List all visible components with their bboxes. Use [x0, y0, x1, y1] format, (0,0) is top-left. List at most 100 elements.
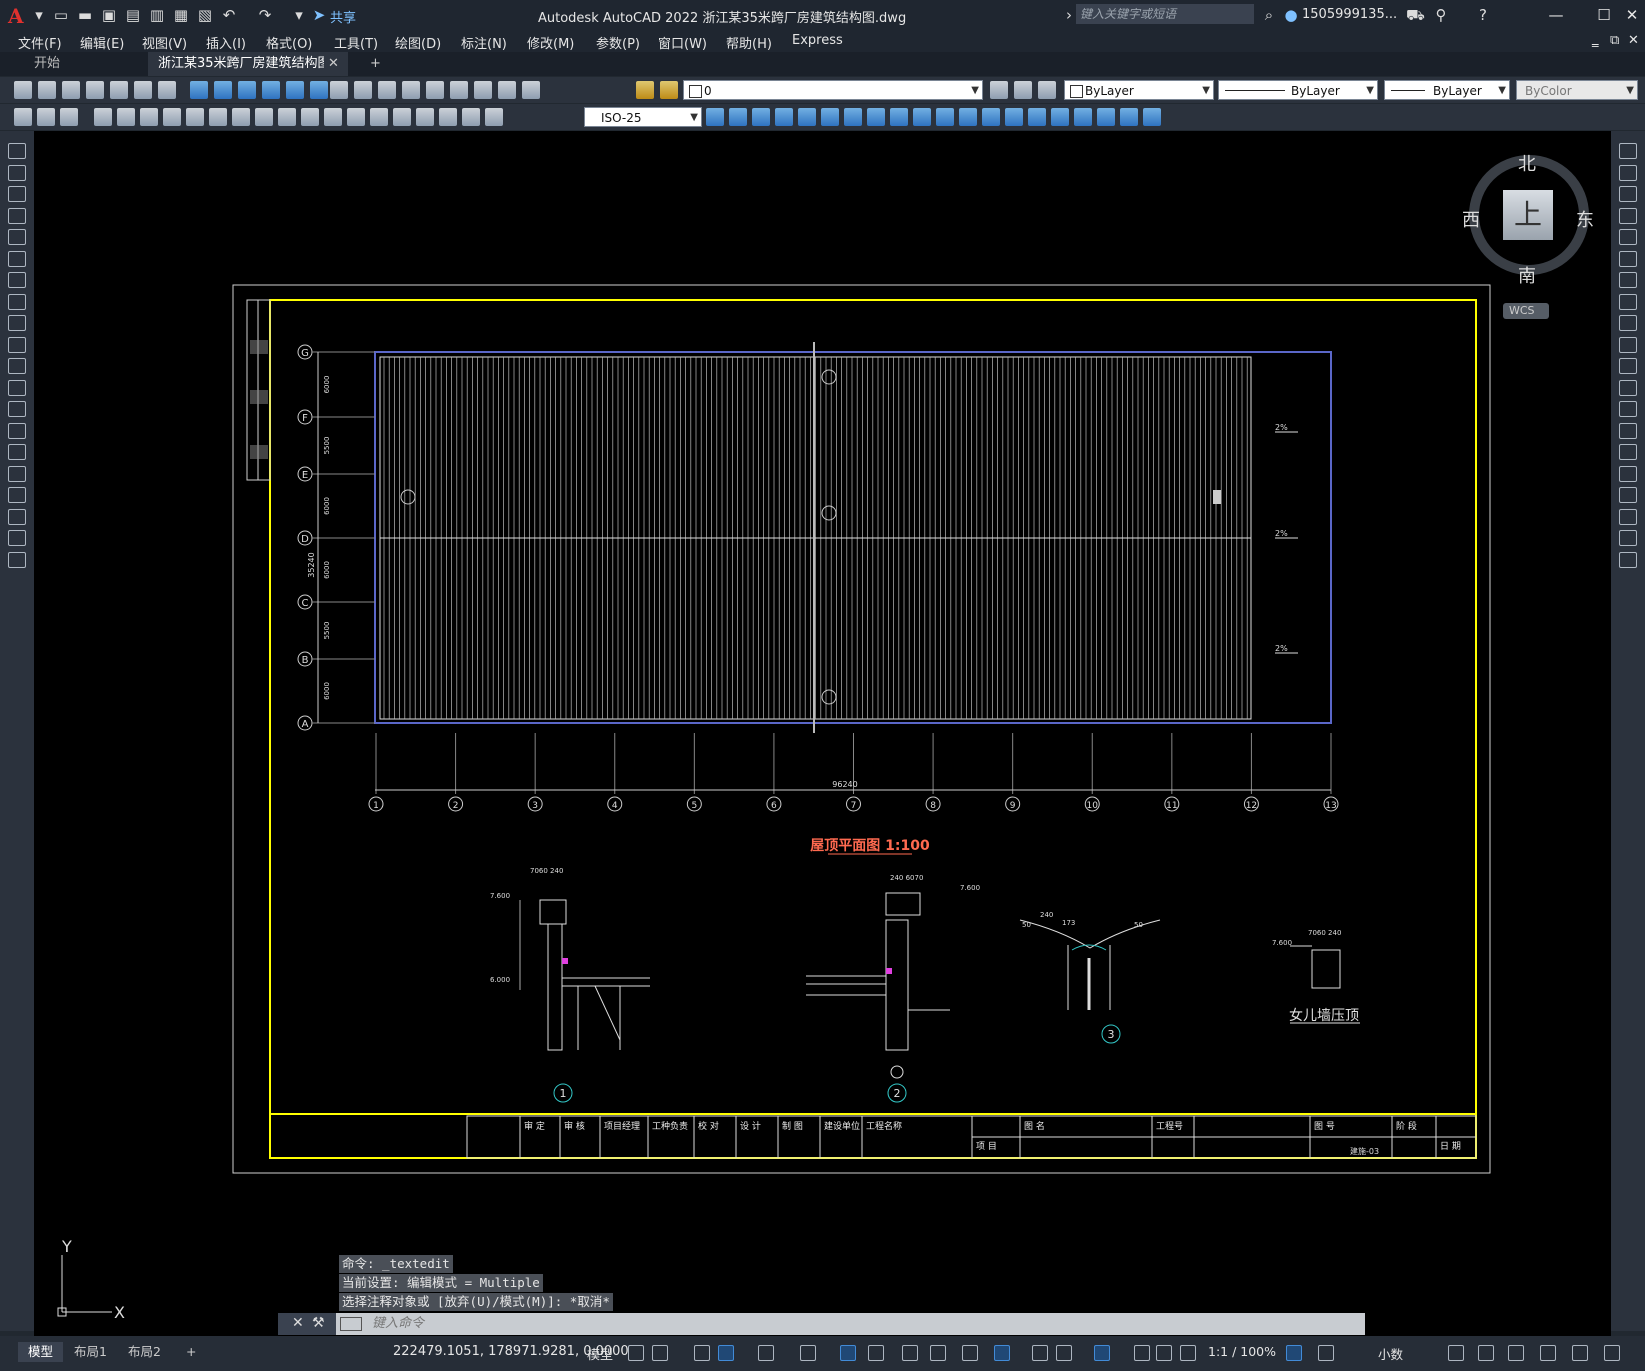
- menu-help[interactable]: 帮助(H): [726, 33, 772, 52]
- modify-tool-icon[interactable]: [1619, 207, 1637, 224]
- toolbar-tool-icon[interactable]: [1051, 108, 1069, 126]
- toolbar-tool-icon[interactable]: [393, 108, 411, 126]
- compass-east[interactable]: 东: [1576, 206, 1594, 232]
- modify-tool-icon[interactable]: [1619, 530, 1637, 546]
- draw-tool-icon[interactable]: [8, 164, 26, 181]
- modify-tool-icon[interactable]: [1619, 229, 1637, 245]
- draw-tool-icon[interactable]: [8, 250, 26, 267]
- status-toggle-icon[interactable]: [902, 1345, 918, 1361]
- toolbar-tool-icon[interactable]: [158, 81, 176, 99]
- drawing-canvas[interactable]: 2% 2% 2% G F E D C B A 6000 5500 6000 6000 5500 6000…: [34, 131, 1611, 1336]
- open-icon[interactable]: ▬: [76, 6, 94, 24]
- status-toggle-icon[interactable]: [1540, 1345, 1556, 1361]
- toolbar-tool-icon[interactable]: [134, 81, 152, 99]
- toolbar-tool-icon[interactable]: [1014, 81, 1032, 99]
- menu-window[interactable]: 窗口(W): [658, 33, 707, 52]
- toolbar-tool-icon[interactable]: [324, 108, 342, 126]
- app-menu-chevron-icon[interactable]: ▾: [30, 6, 48, 24]
- draw-tool-icon[interactable]: [8, 315, 26, 331]
- status-toggle-icon[interactable]: [1318, 1345, 1334, 1361]
- status-toggle-icon[interactable]: [930, 1345, 946, 1361]
- toolbar-tool-icon[interactable]: [262, 81, 280, 99]
- toolbar-tool-icon[interactable]: [378, 81, 396, 99]
- toolbar-tool-icon[interactable]: [209, 108, 227, 126]
- customize-wrench-icon[interactable]: ⚒: [312, 1315, 325, 1331]
- viewcube-top-face[interactable]: 上: [1503, 190, 1553, 240]
- toolbar-tool-icon[interactable]: [729, 108, 747, 126]
- draw-tool-icon[interactable]: [8, 272, 26, 288]
- toolbar-tool-icon[interactable]: [1038, 81, 1056, 99]
- new-icon[interactable]: ▭: [52, 6, 70, 24]
- draw-tool-icon[interactable]: [8, 143, 26, 159]
- tab-drawing[interactable]: 浙江某35米跨厂房建筑结构图*: [148, 52, 348, 76]
- toolbar-tool-icon[interactable]: [439, 108, 457, 126]
- status-toggle-icon[interactable]: [694, 1345, 710, 1361]
- status-toggle-icon[interactable]: [840, 1345, 856, 1361]
- toolbar-tool-icon[interactable]: [354, 81, 372, 99]
- modify-tool-icon[interactable]: [1619, 401, 1637, 417]
- toolbar-tool-icon[interactable]: [214, 81, 232, 99]
- toolbar-tool-icon[interactable]: [913, 108, 931, 126]
- menu-view[interactable]: 视图(V): [142, 33, 187, 52]
- toolbar-tool-icon[interactable]: [498, 81, 516, 99]
- command-prompt-icon[interactable]: [340, 1317, 362, 1331]
- toolbar-tool-icon[interactable]: [426, 81, 444, 99]
- compass-south[interactable]: 南: [1518, 262, 1536, 288]
- menu-insert[interactable]: 插入(I): [206, 33, 246, 52]
- status-toggle-icon[interactable]: [1508, 1345, 1524, 1361]
- draw-tool-icon[interactable]: [8, 444, 26, 460]
- modify-tool-icon[interactable]: [1619, 551, 1637, 568]
- command-input[interactable]: 键入命令: [336, 1313, 1365, 1335]
- maximize-button[interactable]: ☐: [1592, 4, 1616, 26]
- toolbar-tool-icon[interactable]: [238, 81, 256, 99]
- menu-tools[interactable]: 工具(T): [334, 33, 378, 52]
- status-toggle-icon[interactable]: [1448, 1345, 1464, 1361]
- toolbar-tool-icon[interactable]: [370, 108, 388, 126]
- toolbar-tool-icon[interactable]: [301, 108, 319, 126]
- modify-tool-icon[interactable]: [1619, 487, 1637, 503]
- draw-tool-icon[interactable]: [8, 465, 26, 482]
- toolbar-tool-icon[interactable]: [278, 108, 296, 126]
- linetype-dropdown[interactable]: ByLayer ▼: [1218, 80, 1378, 100]
- modify-tool-icon[interactable]: [1619, 250, 1637, 267]
- toolbar-tool-icon[interactable]: [37, 108, 55, 126]
- toolbar-tool-icon[interactable]: [86, 81, 104, 99]
- user-account[interactable]: 1505999135...: [1302, 7, 1397, 22]
- compass-north[interactable]: 北: [1518, 150, 1536, 176]
- layer-dropdown[interactable]: 0 ▼: [683, 80, 983, 100]
- menu-draw[interactable]: 绘图(D): [395, 33, 441, 52]
- toolbar-tool-icon[interactable]: [60, 108, 78, 126]
- dimstyle-dropdown[interactable]: ISO-25 ▼: [584, 107, 702, 127]
- draw-tool-icon[interactable]: [8, 530, 26, 546]
- toolbar-tool-icon[interactable]: [347, 108, 365, 126]
- new-tab-icon[interactable]: +: [360, 52, 391, 76]
- autocad-logo-icon[interactable]: A: [8, 4, 28, 28]
- doc-minimize-button[interactable]: ‗: [1592, 33, 1599, 48]
- status-toggle-icon[interactable]: [1094, 1345, 1110, 1361]
- toolbar-tool-icon[interactable]: [1120, 108, 1138, 126]
- plot-icon[interactable]: ▦: [172, 6, 190, 24]
- autodesk-app-icon[interactable]: ⚲: [1432, 6, 1450, 24]
- draw-tool-icon[interactable]: [8, 293, 26, 310]
- toolbar-tool-icon[interactable]: [38, 81, 56, 99]
- draw-tool-icon[interactable]: [8, 229, 26, 245]
- status-toggle-icon[interactable]: [1604, 1345, 1620, 1361]
- share-button[interactable]: 共享: [330, 7, 356, 26]
- modify-tool-icon[interactable]: [1619, 293, 1637, 310]
- help-icon[interactable]: ?: [1474, 6, 1492, 24]
- modify-tool-icon[interactable]: [1619, 379, 1637, 396]
- model-space-button[interactable]: 模型: [587, 1344, 613, 1363]
- toolbar-tool-icon[interactable]: [163, 108, 181, 126]
- toolbar-tool-icon[interactable]: [982, 108, 1000, 126]
- status-toggle-icon[interactable]: [1032, 1345, 1048, 1361]
- modify-tool-icon[interactable]: [1619, 315, 1637, 331]
- status-toggle-icon[interactable]: [1286, 1345, 1302, 1361]
- toolbar-tool-icon[interactable]: [286, 81, 304, 99]
- draw-tool-icon[interactable]: [8, 207, 26, 224]
- status-toggle-icon[interactable]: [1478, 1345, 1494, 1361]
- draw-tool-icon[interactable]: [8, 508, 26, 525]
- toolbar-tool-icon[interactable]: [522, 81, 540, 99]
- lineweight-dropdown[interactable]: ByLayer ▼: [1384, 80, 1510, 100]
- modify-tool-icon[interactable]: [1619, 186, 1637, 202]
- toolbar-tool-icon[interactable]: [890, 108, 908, 126]
